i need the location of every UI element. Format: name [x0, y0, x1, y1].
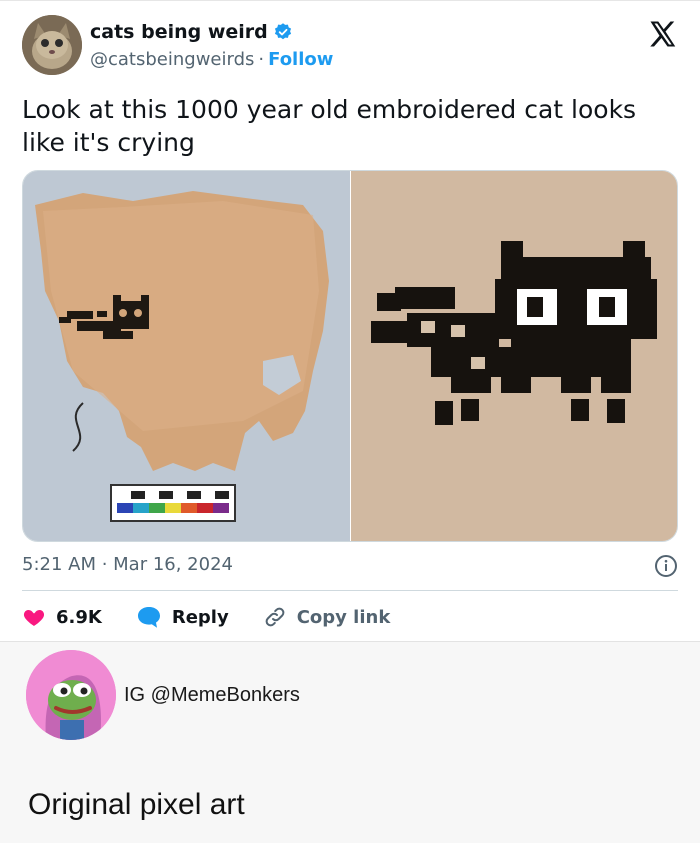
- reply-bubble-icon: [137, 607, 160, 628]
- like-count: 6.9K: [56, 606, 102, 628]
- handle[interactable]: @catsbeingweirds: [90, 49, 254, 70]
- separator-dot: ·: [258, 49, 265, 70]
- tweet-text: Look at this 1000 year old embroidered c…: [22, 95, 637, 157]
- textile-fragment-image: [23, 171, 350, 541]
- heart-icon: [23, 610, 45, 626]
- pepe-avatar: [26, 650, 116, 740]
- tweet-timestamp[interactable]: 5:21 AM · Mar 16, 2024: [22, 554, 233, 575]
- verified-badge-icon: [274, 23, 291, 40]
- media-image-cat-closeup[interactable]: [351, 171, 677, 541]
- tweet-card: cats being weird @catsbeingweirds · Foll…: [0, 0, 700, 641]
- embroidered-cat-closeup-image: [351, 171, 677, 541]
- pepe-frog-image: [26, 650, 116, 740]
- media-grid[interactable]: [22, 170, 678, 542]
- display-name-row[interactable]: cats being weird: [90, 21, 293, 43]
- copy-link-button[interactable]: Copy link: [263, 605, 391, 629]
- reply-button[interactable]: Reply: [136, 605, 229, 629]
- like-button[interactable]: 6.9K: [22, 605, 102, 629]
- action-bar: 6.9K Reply Copy link: [22, 602, 424, 632]
- handle-row: @catsbeingweirds · Follow: [90, 49, 333, 70]
- x-logo-icon[interactable]: [648, 19, 678, 49]
- media-image-textile[interactable]: [23, 171, 350, 541]
- meme-footer: IG @MemeBonkers Original pixel art: [0, 641, 700, 843]
- copy-link-label: Copy link: [296, 606, 391, 628]
- reply-label: Reply: [171, 606, 229, 628]
- profile-avatar[interactable]: [22, 15, 82, 75]
- meme-caption: Original pixel art: [28, 788, 245, 821]
- divider: [22, 590, 678, 591]
- follow-button[interactable]: Follow: [268, 49, 333, 70]
- info-icon[interactable]: [654, 554, 678, 578]
- display-name[interactable]: cats being weird: [90, 21, 268, 43]
- link-icon: [265, 607, 285, 627]
- ig-handle: IG @MemeBonkers: [124, 684, 300, 706]
- cat-avatar-image: [22, 15, 82, 75]
